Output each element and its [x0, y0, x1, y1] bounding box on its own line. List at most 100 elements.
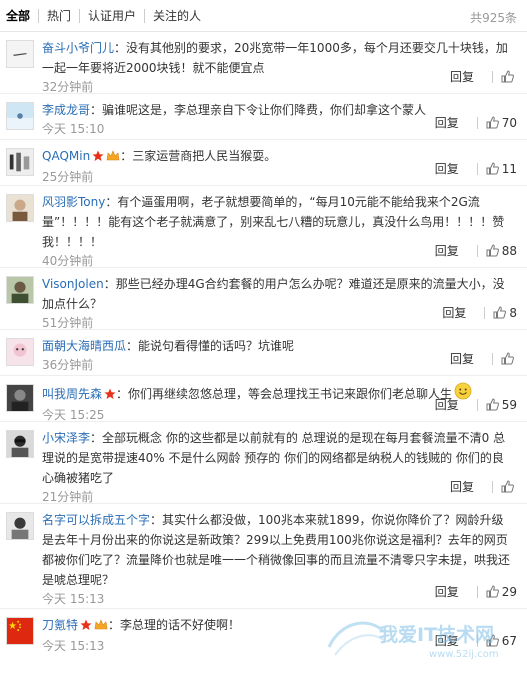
- comment-item: VisonJolen：那些已经办理4G合约套餐的用户怎么办呢？难道还是原来的流量…: [0, 268, 527, 330]
- avatar[interactable]: [6, 338, 34, 366]
- comment-text: 奋斗小爷门儿：没有其他别的要求，20兆宽带一年1000多，每个月还要交几十块钱，…: [42, 41, 508, 75]
- tab-all[interactable]: 全部: [6, 9, 38, 23]
- tab-hot[interactable]: 热门: [38, 8, 79, 23]
- reply-button[interactable]: 回复: [450, 478, 474, 495]
- tab-following[interactable]: 关注的人: [144, 8, 209, 23]
- comment-content: 骗谁呢这是，李总理亲自下令让你们降费，你们却拿这个蒙人: [102, 103, 427, 117]
- username-link[interactable]: QAQMin: [42, 149, 90, 163]
- avatar[interactable]: [6, 40, 34, 68]
- thumbs-up-icon: [486, 398, 499, 411]
- comment-item: 风羽影Tony：有个逼蛋用啊，老子就想要简单的，“每月10元能不能给我来个2G流…: [0, 186, 527, 268]
- reply-button[interactable]: 回复: [450, 68, 474, 85]
- divider: [492, 70, 493, 83]
- comment-content: 全部玩概念 你的这些都是以前就有的 总理说的是现在每月套餐流量不清0 总理说的是…: [42, 431, 506, 485]
- avatar[interactable]: [6, 276, 34, 304]
- avatar[interactable]: [6, 512, 34, 540]
- reply-button[interactable]: 回复: [435, 632, 459, 649]
- username-link[interactable]: 风羽影Tony: [42, 195, 105, 209]
- username-link[interactable]: 李成龙哥: [42, 103, 90, 117]
- comment-item: 李成龙哥：骗谁呢这是，李总理亲自下令让你们降费，你们却拿这个蒙人 今天 15:1…: [0, 94, 527, 140]
- divider: [476, 116, 478, 129]
- comment-text: 小宋泽李：全部玩概念 你的这些都是以前就有的 总理说的是现在每月套餐流量不清0 …: [42, 431, 506, 485]
- reply-button[interactable]: 回复: [442, 304, 466, 321]
- like-count: 59: [501, 397, 517, 412]
- divider: [492, 352, 493, 365]
- divider: [476, 162, 478, 175]
- crown-badge-icon: [106, 148, 120, 168]
- comment-item: 小宋泽李：全部玩概念 你的这些都是以前就有的 总理说的是现在每月套餐流量不清0 …: [0, 422, 527, 504]
- divider: [484, 306, 486, 319]
- like-button[interactable]: [501, 480, 517, 493]
- username-link[interactable]: VisonJolen: [42, 277, 104, 291]
- like-count: 70: [501, 115, 517, 130]
- reply-button[interactable]: 回复: [435, 396, 459, 413]
- like-button[interactable]: 59: [486, 398, 517, 412]
- avatar[interactable]: [6, 384, 34, 412]
- comment-item: 刀氪特 ：李总理的话不好使啊！ 今天 15:13 回复 67: [0, 609, 527, 657]
- like-count: 8: [509, 305, 517, 320]
- avatar[interactable]: [6, 148, 34, 176]
- comment-item: 名字可以拆成五个字：其实什么都没做，100兆本来就1899，你说你降价了？网龄升…: [0, 504, 527, 609]
- avatar[interactable]: [6, 430, 34, 458]
- like-count: 11: [501, 161, 517, 176]
- thumbs-up-icon: [486, 244, 499, 257]
- comment-item: QAQMin ：三家运营商把人民当猴耍。 25分钟前 回复 11: [0, 140, 527, 186]
- comment-content: 有个逼蛋用啊，老子就想要简单的，“每月10元能不能给我来个2G流量”！！！！能有…: [42, 195, 505, 249]
- comment-content: 你们再继续忽悠总理，等会总理找王书记来跟你们老总聊人生: [128, 387, 453, 401]
- thumbs-up-icon: [493, 306, 507, 319]
- avatar[interactable]: [6, 194, 34, 222]
- like-button[interactable]: 29: [486, 585, 517, 599]
- thumbs-up-icon: [486, 162, 499, 175]
- thumbs-up-icon: [501, 352, 514, 365]
- comment-content: 三家运营商把人民当猴耍。: [132, 149, 277, 163]
- thumbs-up-icon: [486, 585, 499, 598]
- tab-verified-users[interactable]: 认证用户: [79, 8, 144, 23]
- star-badge-icon: [80, 617, 92, 637]
- divider: [476, 398, 478, 411]
- like-button[interactable]: 11: [486, 162, 517, 176]
- like-count: 29: [501, 584, 517, 599]
- avatar[interactable]: [6, 102, 34, 130]
- divider: [476, 244, 478, 257]
- thumbs-up-icon: [486, 116, 499, 129]
- username-link[interactable]: 名字可以拆成五个字: [42, 513, 150, 527]
- username-link[interactable]: 叫我周先森: [42, 387, 102, 401]
- thumbs-up-icon: [501, 70, 514, 83]
- divider: [492, 480, 493, 493]
- reply-button[interactable]: 回复: [435, 583, 459, 600]
- like-button[interactable]: 70: [486, 116, 517, 130]
- avatar[interactable]: [6, 617, 34, 645]
- comment-item: 奋斗小爷门儿：没有其他别的要求，20兆宽带一年1000多，每个月还要交几十块钱，…: [0, 32, 527, 94]
- star-badge-icon: [92, 148, 104, 168]
- reply-button[interactable]: 回复: [435, 114, 459, 131]
- comment-filter-tabs: 全部 热门 认证用户 关注的人 共925条: [0, 0, 527, 32]
- like-button[interactable]: 67: [486, 634, 517, 648]
- comment-total-count: 共925条: [470, 11, 517, 25]
- comment-content: 那些已经办理4G合约套餐的用户怎么办呢？难道还是原来的流量大小，没加点什么？: [42, 277, 505, 311]
- comment-item: 面朝大海晴西瓜：能说句看得懂的话吗？坑谁呢 36分钟前 回复: [0, 330, 527, 376]
- star-badge-icon: [104, 386, 116, 406]
- username-link[interactable]: 面朝大海晴西瓜: [42, 339, 126, 353]
- like-button[interactable]: [501, 70, 517, 83]
- username-link[interactable]: 刀氪特: [42, 618, 78, 632]
- comment-item: 叫我周先森 ：你们再继续忽悠总理，等会总理找王书记来跟你们老总聊人生 今天 15:…: [0, 376, 527, 422]
- thumbs-up-icon: [501, 480, 514, 493]
- like-button[interactable]: [501, 352, 517, 365]
- thumbs-up-icon: [486, 634, 499, 647]
- comment-text: 面朝大海晴西瓜：能说句看得懂的话吗？坑谁呢: [42, 339, 295, 353]
- reply-button[interactable]: 回复: [435, 242, 459, 259]
- username-link[interactable]: 小宋泽李: [42, 431, 90, 445]
- like-button[interactable]: 88: [486, 244, 517, 258]
- username-link[interactable]: 奋斗小爷门儿: [42, 41, 114, 55]
- comment-content: 能说句看得懂的话吗？坑谁呢: [138, 339, 295, 353]
- reply-button[interactable]: 回复: [450, 350, 474, 367]
- reply-button[interactable]: 回复: [435, 160, 459, 177]
- like-button[interactable]: 8: [493, 306, 517, 320]
- comment-text: 名字可以拆成五个字：其实什么都没做，100兆本来就1899，你说你降价了？网龄升…: [42, 513, 511, 587]
- like-count: 67: [501, 633, 517, 648]
- crown-badge-icon: [94, 617, 108, 637]
- like-count: 88: [501, 243, 517, 258]
- divider: [476, 634, 478, 647]
- divider: [476, 585, 478, 598]
- comment-content: 李总理的话不好使啊！: [120, 618, 241, 632]
